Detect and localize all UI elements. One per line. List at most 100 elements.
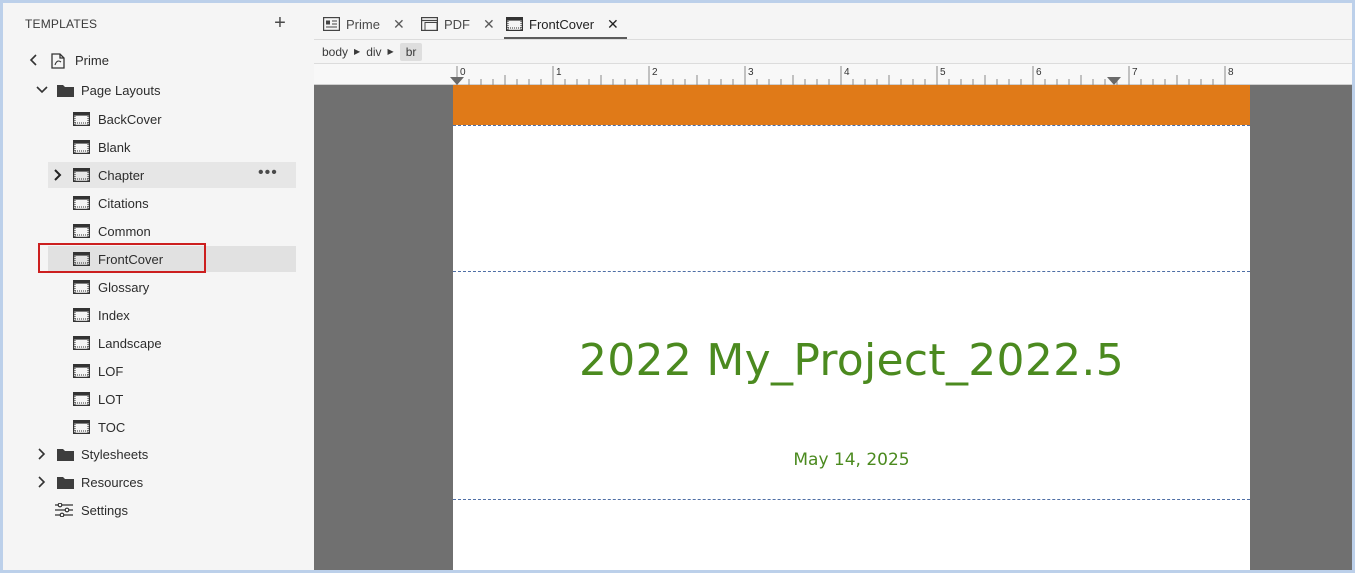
layout-item-label: Index [98,307,130,323]
left-margin-marker-icon[interactable] [450,77,464,85]
layout-item-backcover[interactable]: BackCover [48,106,296,132]
more-options-icon[interactable]: ••• [258,164,278,182]
folder-icon [57,447,74,461]
app-window: TEMPLATES + Prime Page Layouts BackCover… [0,0,1355,573]
document-window-icon [421,17,439,32]
sliders-icon [55,502,73,518]
layout-item-toc[interactable]: TOC [48,414,296,440]
ruler-label: 8 [1228,67,1234,78]
ruler-label: 1 [556,67,562,78]
page-layout-icon [73,308,91,323]
page-layout-icon [73,224,91,239]
layout-item-label: LOT [98,391,124,407]
folder-icon [57,475,74,489]
sidebar-title: TEMPLATES [25,17,98,31]
layout-item-index[interactable]: Index [48,302,296,328]
tree-root-label: Prime [75,52,109,68]
ruler-label: 2 [652,67,658,78]
folder-label: Resources [81,474,144,490]
ruler-label: 5 [940,67,946,78]
ruler-label: 7 [1132,67,1138,78]
layout-item-glossary[interactable]: Glossary [48,274,296,300]
layout-item-label: Common [98,223,151,239]
layout-item-chapter[interactable]: Chapter ••• [48,162,296,188]
layout-item-frontcover[interactable]: FrontCover [48,246,296,272]
folder-stylesheets[interactable]: Stylesheets [23,441,296,467]
add-template-button[interactable]: + [270,13,290,33]
settings-item[interactable]: Settings [23,497,296,523]
page-layout-icon [73,392,91,407]
tree-root-prime[interactable]: Prime [23,47,296,73]
breadcrumb: body ▶ div ▶ br [314,40,1352,64]
layout-item-label: Glossary [98,279,150,295]
cover-title[interactable]: 2022 My_Project_2022.5 [453,335,1250,386]
layout-item-blank[interactable]: Blank [48,134,296,160]
chevron-right-icon[interactable] [51,168,65,182]
page-layout-icon [73,336,91,351]
breadcrumb-item[interactable]: body [322,45,348,59]
region-boundary [453,499,1250,500]
close-icon[interactable]: ✕ [483,16,495,33]
right-margin-marker-icon[interactable] [1107,77,1121,85]
tab-bar: Prime ✕ PDF ✕ FrontCover ✕ [314,3,1352,40]
layout-item-label: Blank [98,139,131,155]
breadcrumb-item-current[interactable]: br [399,42,423,61]
layout-item-landscape[interactable]: Landscape [48,330,296,356]
region-boundary [453,125,1250,126]
layout-item-common[interactable]: Common [48,218,296,244]
layout-item-label: Citations [98,195,149,211]
page-layout-icon [73,364,91,379]
page-layout-icon [73,252,91,267]
layout-item-lot[interactable]: LOT [48,386,296,412]
close-icon[interactable]: ✕ [393,16,405,33]
page-layout-icon [73,112,91,127]
folder-label: Stylesheets [81,446,149,462]
page-layout-icon [73,140,91,155]
chevron-right-icon[interactable] [35,447,49,461]
ruler-label: 4 [844,67,850,78]
breadcrumb-separator-icon: ▶ [354,47,361,56]
page-canvas: 2022 My_Project_2022.5 May 14, 2025 [314,85,1352,570]
chevron-left-icon[interactable] [27,53,41,67]
horizontal-ruler[interactable]: 0 1 2 3 4 5 6 7 8 [314,64,1352,85]
breadcrumb-separator-icon: ▶ [387,47,394,56]
ruler-label: 0 [460,67,466,78]
editor-area: Prime ✕ PDF ✕ FrontCover ✕ body ▶ div ▶ … [314,3,1352,570]
tab-label: Prime [346,16,380,32]
ruler-scale: 0 1 2 3 4 5 6 7 8 [450,66,1234,85]
cover-date[interactable]: May 14, 2025 [453,450,1250,470]
chevron-down-icon[interactable] [35,83,49,97]
chevron-right-icon[interactable] [35,475,49,489]
page-layout-icon [73,420,91,435]
folder-label: Page Layouts [81,82,161,98]
header-color-band [453,85,1250,125]
folder-icon [57,83,74,97]
layout-item-label: TOC [98,419,126,435]
close-icon[interactable]: ✕ [607,16,619,33]
page-layout-icon [73,196,91,211]
layout-item-citations[interactable]: Citations [48,190,296,216]
breadcrumb-item[interactable]: div [366,45,381,59]
tab-label: FrontCover [529,16,595,32]
region-boundary [453,271,1250,272]
file-icon [51,53,68,69]
layout-item-label: LOF [98,363,124,379]
ruler-label: 6 [1036,67,1042,78]
tab-label: PDF [444,16,470,32]
folder-resources[interactable]: Resources [23,469,296,495]
layout-item-label: Landscape [98,335,162,351]
tab-prime[interactable]: Prime ✕ [323,9,405,39]
layout-item-label: FrontCover [98,251,164,267]
layout-item-lof[interactable]: LOF [48,358,296,384]
page-layout-icon [506,17,524,32]
folder-page-layouts[interactable]: Page Layouts [23,77,296,103]
page-layout-icon [73,168,91,183]
templates-sidebar: TEMPLATES + Prime Page Layouts BackCover… [3,3,314,570]
page-front-cover[interactable]: 2022 My_Project_2022.5 May 14, 2025 [453,85,1250,570]
tab-pdf[interactable]: PDF ✕ [421,9,495,39]
tab-frontcover[interactable]: FrontCover ✕ [504,9,627,39]
page-layout-icon [73,280,91,295]
layout-list-icon [323,17,341,32]
layout-item-label: Chapter [98,167,145,183]
settings-label: Settings [81,502,128,518]
